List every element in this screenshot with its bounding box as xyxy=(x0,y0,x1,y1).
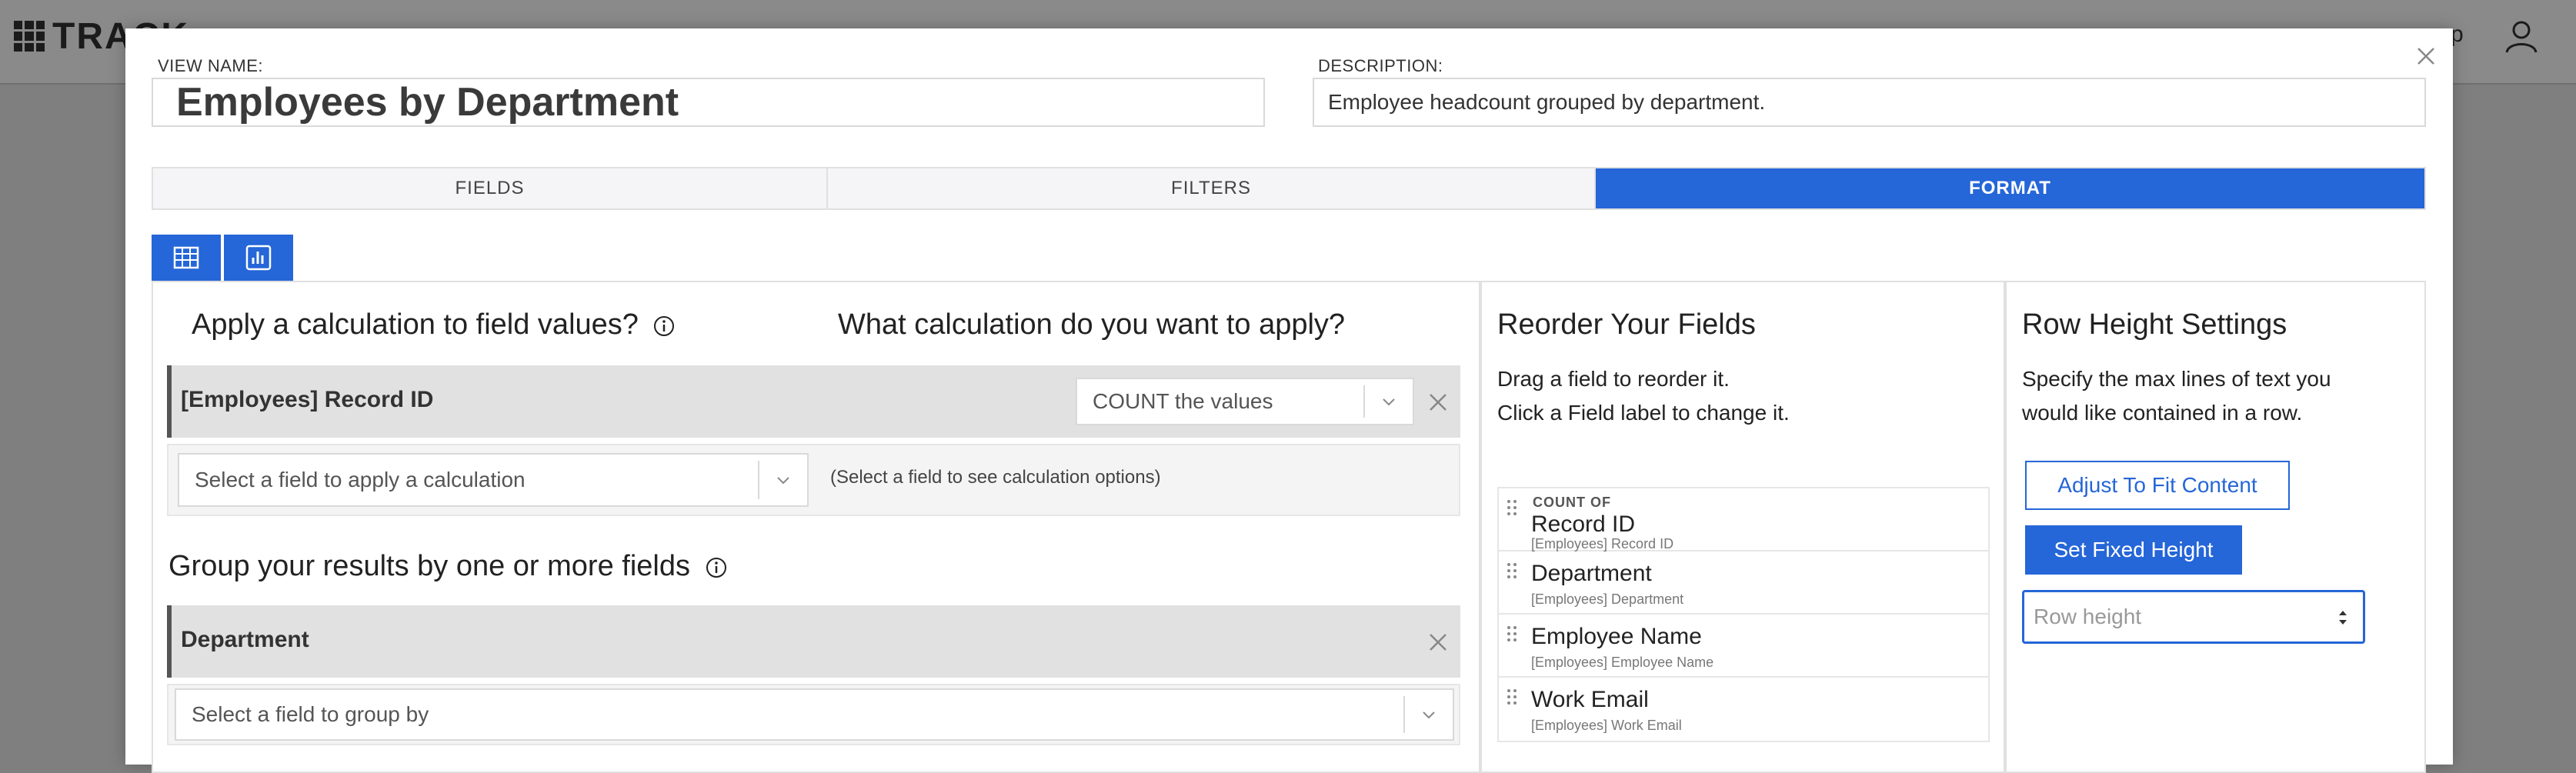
set-fixed-height-button[interactable]: Set Fixed Height xyxy=(2025,525,2242,575)
remove-group-icon[interactable] xyxy=(1427,631,1449,653)
view-name-input[interactable]: Employees by Department xyxy=(152,78,1265,127)
chart-view-button[interactable] xyxy=(224,235,293,281)
reorder-instruction-1: Drag a field to reorder it. xyxy=(1497,367,1730,391)
chevron-down-icon xyxy=(758,461,807,499)
stepper-icon[interactable] xyxy=(2337,608,2349,628)
table-view-button[interactable] xyxy=(152,235,221,290)
field-source: [Employees] Department xyxy=(1531,591,1684,607)
calculation-field-bar: [Employees] Record ID COUNT the values xyxy=(167,365,1460,438)
group-select-row: Select a field to group by xyxy=(167,684,1460,745)
field-item-record-id[interactable]: COUNT OF Record ID [Employees] Record ID xyxy=(1499,488,1988,551)
drag-handle-icon[interactable] xyxy=(1507,625,1517,642)
field-label[interactable]: Work Email xyxy=(1531,687,1649,713)
group-heading: Group your results by one or more fields xyxy=(169,550,728,583)
group-by-select[interactable]: Select a field to group by xyxy=(175,688,1454,741)
field-label[interactable]: Department xyxy=(1531,561,1652,587)
row-height-input[interactable]: Row height xyxy=(2022,590,2365,644)
calculation-type-select[interactable]: COUNT the values xyxy=(1076,378,1414,425)
calculation-field-title: [Employees] Record ID xyxy=(181,387,434,412)
row-height-desc-1: Specify the max lines of text you xyxy=(2022,367,2331,391)
calculation-panel: Apply a calculation to field values? Wha… xyxy=(152,281,1480,773)
calculation-hint: (Select a field to see calculation optio… xyxy=(830,467,1161,488)
drag-handle-icon[interactable] xyxy=(1507,499,1517,516)
row-height-heading: Row Height Settings xyxy=(2022,308,2287,341)
view-name-label: VIEW NAME: xyxy=(158,56,264,75)
drag-handle-icon[interactable] xyxy=(1507,688,1517,705)
info-icon[interactable] xyxy=(652,315,676,338)
remove-calculation-icon[interactable] xyxy=(1427,391,1449,413)
info-icon[interactable] xyxy=(705,556,728,579)
reorder-instruction-2: Click a Field label to change it. xyxy=(1497,401,1790,425)
description-label: DESCRIPTION: xyxy=(1318,56,1443,75)
close-icon[interactable] xyxy=(2414,44,2438,68)
adjust-to-fit-button[interactable]: Adjust To Fit Content xyxy=(2025,461,2290,510)
apply-calculation-select[interactable]: Select a field to apply a calculation xyxy=(178,453,809,507)
chevron-down-icon xyxy=(1403,696,1453,733)
reorder-heading: Reorder Your Fields xyxy=(1497,308,1756,341)
drag-handle-icon[interactable] xyxy=(1507,562,1517,579)
apply-calculation-placeholder: Select a field to apply a calculation xyxy=(195,468,526,491)
view-editor-modal: VIEW NAME: Employees by Department DESCR… xyxy=(125,28,2453,773)
field-prefix: COUNT OF xyxy=(1533,495,1611,510)
chart-icon xyxy=(245,245,272,271)
field-item-department[interactable]: Department [Employees] Department xyxy=(1499,551,1988,615)
which-calculation-heading: What calculation do you want to apply? xyxy=(838,308,1346,341)
group-heading-text: Group your results by one or more fields xyxy=(169,550,690,582)
table-icon xyxy=(173,246,199,269)
field-label[interactable]: Employee Name xyxy=(1531,624,1702,650)
apply-calculation-row: Select a field to apply a calculation (S… xyxy=(167,444,1460,516)
field-source: [Employees] Work Email xyxy=(1531,718,1682,733)
editor-tabs: FIELDS FILTERS FORMAT xyxy=(152,167,2426,210)
tab-format[interactable]: FORMAT xyxy=(1596,168,2424,208)
row-height-placeholder: Row height xyxy=(2034,605,2142,628)
apply-calculation-heading-text: Apply a calculation to field values? xyxy=(192,308,639,341)
tab-filters[interactable]: FILTERS xyxy=(828,168,1596,208)
field-source: [Employees] Record ID xyxy=(1531,536,1674,551)
row-height-panel: Row Height Settings Specify the max line… xyxy=(2005,281,2426,773)
group-field-bar: Department xyxy=(167,605,1460,678)
field-order-list: COUNT OF Record ID [Employees] Record ID… xyxy=(1497,487,1990,742)
group-by-placeholder: Select a field to group by xyxy=(192,702,429,726)
apply-calculation-heading: Apply a calculation to field values? xyxy=(192,308,676,342)
description-input[interactable]: Employee headcount grouped by department… xyxy=(1313,78,2426,127)
calculation-type-value: COUNT the values xyxy=(1093,389,1273,413)
field-item-work-email[interactable]: Work Email [Employees] Work Email xyxy=(1499,678,1988,741)
row-height-desc-2: would like contained in a row. xyxy=(2022,401,2303,425)
chevron-down-icon xyxy=(1363,385,1413,418)
field-source: [Employees] Employee Name xyxy=(1531,655,1714,670)
user-avatar-icon[interactable] xyxy=(2502,17,2541,55)
logo-grid-icon xyxy=(14,21,45,52)
reorder-panel: Reorder Your Fields Drag a field to reor… xyxy=(1480,281,2005,773)
group-field-title: Department xyxy=(181,627,309,652)
field-item-employee-name[interactable]: Employee Name [Employees] Employee Name xyxy=(1499,615,1988,678)
field-label[interactable]: Record ID xyxy=(1531,511,1635,538)
tab-fields[interactable]: FIELDS xyxy=(153,168,828,208)
